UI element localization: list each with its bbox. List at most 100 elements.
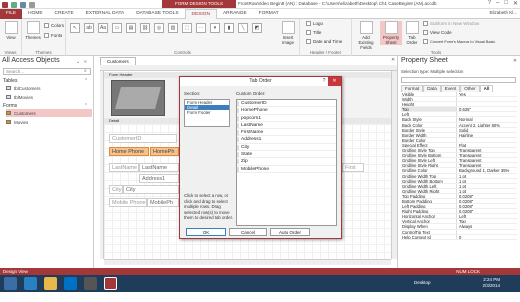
tab-arrange[interactable]: ARRANGE: [217, 9, 253, 19]
ptab-data[interactable]: Data: [423, 85, 441, 92]
tab-format[interactable]: FORMAT: [253, 9, 285, 19]
tab-design[interactable]: DESIGN: [184, 8, 217, 19]
property-value[interactable]: [457, 230, 517, 234]
property-value[interactable]: Background 1, Darker 35%: [457, 168, 517, 172]
close-icon[interactable]: ✕: [513, 0, 518, 7]
order-item[interactable]: popcorn1: [237, 115, 336, 122]
logo-button[interactable]: Logo: [306, 21, 323, 26]
property-value[interactable]: Always: [457, 224, 517, 228]
property-value[interactable]: 0.0208": [457, 199, 517, 203]
windows-start-icon[interactable]: [4, 277, 17, 290]
tab-control-icon[interactable]: ▤: [126, 23, 136, 33]
dialog-close-icon[interactable]: ✕: [328, 77, 341, 86]
combo-box-icon[interactable]: ▾: [210, 23, 220, 33]
desktop-toolbar[interactable]: Desktop: [414, 280, 431, 285]
order-item[interactable]: LastName: [237, 122, 336, 130]
button-control-icon[interactable]: ▭: [112, 23, 122, 33]
property-row[interactable]: Help Context Id 0: [401, 234, 517, 240]
city-label[interactable]: City: [109, 185, 123, 194]
redo-icon[interactable]: [29, 1, 35, 8]
address1-field[interactable]: Address1: [139, 174, 179, 183]
property-value[interactable]: 0.0208": [457, 204, 517, 208]
lastname-field[interactable]: LastName: [139, 163, 179, 172]
view-button[interactable]: View: [1, 21, 21, 40]
cancel-button[interactable]: Cancel: [229, 228, 267, 236]
order-item[interactable]: Zip: [237, 158, 336, 166]
minimize-icon[interactable]: –: [496, 0, 499, 7]
ptab-event[interactable]: Event: [440, 85, 461, 92]
order-item[interactable]: State: [237, 151, 336, 159]
property-value[interactable]: [457, 102, 517, 106]
homephone-label[interactable]: Home Phone: [109, 147, 149, 156]
order-item[interactable]: Address1: [237, 136, 336, 144]
themes-button[interactable]: Themes: [23, 21, 43, 40]
nav-item-tblmovies[interactable]: tblMovies: [6, 93, 92, 101]
property-value[interactable]: Yes: [457, 92, 517, 96]
ptab-all[interactable]: All: [479, 85, 494, 92]
add-existing-fields-button[interactable]: Add Existing Fields: [355, 21, 377, 50]
help-icon[interactable]: ?: [488, 0, 491, 7]
date-time-button[interactable]: Date and Time: [306, 39, 342, 44]
tab-home[interactable]: HOME: [22, 9, 48, 19]
undo-icon[interactable]: [20, 1, 26, 8]
document-tab-customers[interactable]: Customers: [100, 57, 136, 65]
property-value[interactable]: Flat: [457, 143, 517, 147]
property-value[interactable]: 1 pt: [457, 179, 517, 183]
ptab-format[interactable]: Format: [401, 85, 424, 92]
property-value[interactable]: 1 pt: [457, 174, 517, 178]
file-explorer-icon[interactable]: [44, 277, 57, 290]
select-icon[interactable]: ↖: [70, 23, 80, 33]
property-value[interactable]: Transparent: [457, 153, 517, 157]
insert-image-button[interactable]: Insert Image: [277, 21, 299, 45]
user-name[interactable]: Elizabeth Kl...: [489, 10, 517, 15]
web-browser-icon[interactable]: ◎: [154, 23, 164, 33]
auto-order-button[interactable]: Auto Order: [270, 228, 310, 236]
dialog-help-icon[interactable]: ?: [320, 77, 328, 86]
system-tray-clock[interactable]: 2:24 PM 2/3/2014: [482, 277, 500, 289]
hyperlink-icon[interactable]: ⛓: [140, 23, 150, 33]
tab-external-data[interactable]: EXTERNAL DATA: [80, 9, 131, 19]
property-value[interactable]: Transparent: [457, 158, 517, 162]
lastname-label[interactable]: LastName: [109, 163, 139, 172]
chevron-down-icon[interactable]: ⌄: [76, 59, 80, 65]
selection-dropdown[interactable]: [401, 77, 516, 83]
city-field[interactable]: City: [123, 185, 179, 194]
order-item[interactable]: City: [237, 144, 336, 152]
property-value[interactable]: 1 pt: [457, 189, 517, 193]
tab-order-button[interactable]: Tab Order: [404, 21, 420, 45]
property-value[interactable]: Hairline: [457, 133, 517, 137]
order-item[interactable]: FirstName: [237, 129, 336, 137]
internet-explorer-icon[interactable]: [24, 277, 37, 290]
chart-icon[interactable]: ▮: [224, 23, 234, 33]
toggle-icon[interactable]: ◩: [252, 23, 262, 33]
nav-item-customers[interactable]: Customers: [6, 109, 92, 117]
textbox-icon[interactable]: ab: [84, 23, 94, 33]
convert-macros-button[interactable]: Convert Form's Macros to Visual Basic: [423, 39, 495, 44]
app-icon[interactable]: [84, 277, 97, 290]
customerid-label[interactable]: CustomerID: [109, 134, 177, 143]
property-value[interactable]: Solid: [457, 128, 517, 132]
line-icon[interactable]: ╲: [238, 23, 248, 33]
view-code-button[interactable]: View Code: [423, 30, 452, 35]
property-sheet-button[interactable]: Property Sheet: [380, 21, 402, 45]
property-value[interactable]: Normal: [457, 117, 517, 121]
nav-title[interactable]: All Access Objects: [2, 57, 60, 64]
outlook-icon[interactable]: [64, 277, 77, 290]
access-taskbar-icon[interactable]: [104, 277, 117, 290]
tab-create[interactable]: CREATE: [49, 9, 80, 19]
label-icon[interactable]: Aa: [98, 23, 108, 33]
option-group-icon[interactable]: ⬚: [182, 23, 192, 33]
nav-item-tblcustomers[interactable]: tblCustomers: [6, 84, 92, 92]
property-value[interactable]: Top: [457, 219, 517, 223]
property-value[interactable]: Transparent: [457, 148, 517, 152]
colors-button[interactable]: Colors: [44, 23, 64, 28]
collapse-icon[interactable]: «: [84, 59, 87, 65]
nav-search-input[interactable]: Search...: [3, 68, 91, 75]
property-value[interactable]: [457, 112, 517, 116]
order-item[interactable]: HomePhone: [237, 107, 336, 115]
property-value[interactable]: Accent 2, Lighter 60%: [457, 123, 517, 127]
fonts-button[interactable]: Fonts: [44, 33, 62, 38]
mobilephone-field[interactable]: MobilePh: [147, 198, 179, 207]
firstname-label[interactable]: First: [342, 163, 364, 172]
ptab-other[interactable]: Other: [460, 85, 480, 92]
